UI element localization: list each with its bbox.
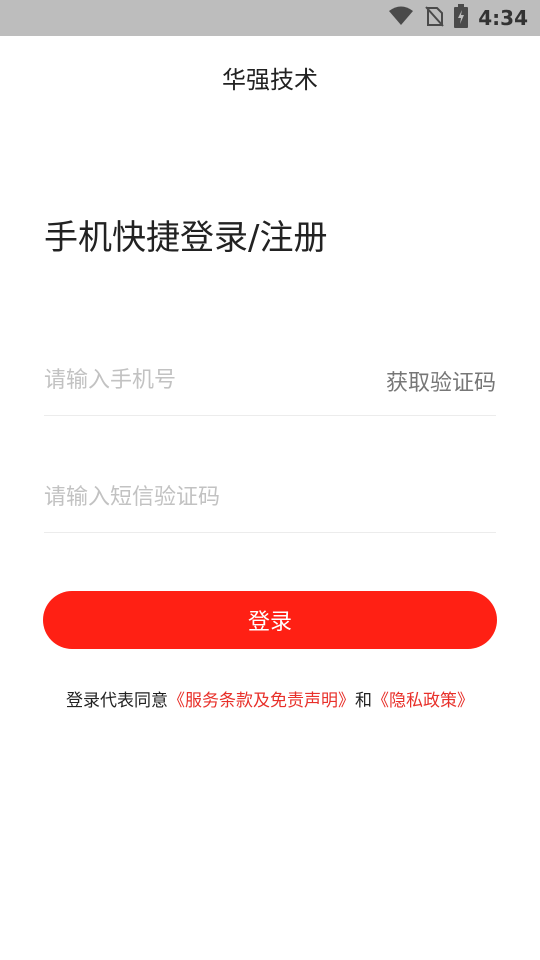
sms-code-input[interactable] — [44, 485, 344, 510]
no-sim-icon — [424, 5, 444, 31]
terms-link[interactable]: 《服务条款及免责声明》 — [168, 691, 355, 711]
get-code-button[interactable]: 获取验证码 — [386, 365, 496, 397]
login-heading: 手机快捷登录/注册 — [44, 218, 328, 258]
page-title: 华强技术 — [222, 66, 318, 94]
code-row — [44, 463, 496, 533]
status-bar: 4:34 — [0, 0, 540, 36]
login-button[interactable]: 登录 — [43, 591, 497, 649]
agreement-conjunction: 和 — [355, 691, 372, 711]
phone-input[interactable] — [44, 368, 344, 393]
battery-charging-icon — [454, 4, 469, 32]
agreement-prefix: 登录代表同意 — [66, 691, 168, 711]
phone-row: 获取验证码 — [44, 346, 496, 416]
status-icons: 4:34 — [388, 0, 528, 36]
privacy-link[interactable]: 《隐私政策》 — [372, 691, 474, 711]
wifi-icon — [388, 5, 414, 31]
agreement-text: 登录代表同意《服务条款及免责声明》和《隐私政策》 — [0, 686, 540, 711]
status-time: 4:34 — [478, 6, 528, 30]
